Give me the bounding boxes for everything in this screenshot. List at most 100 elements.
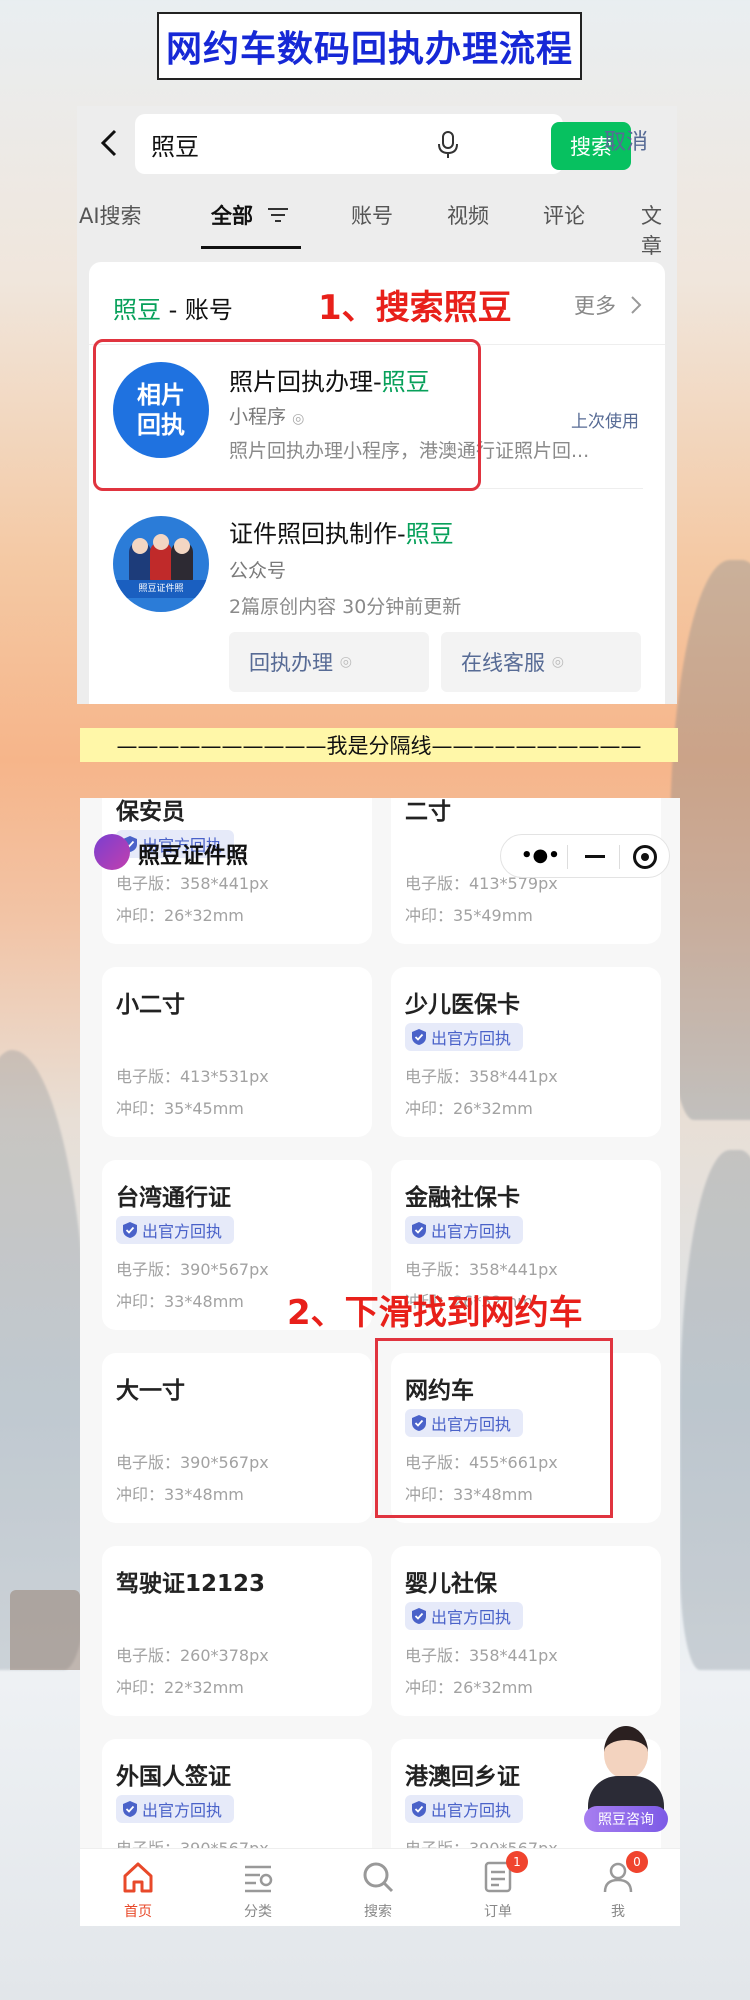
result2-title-keyword: 照豆	[405, 520, 454, 548]
tab-all[interactable]: 全部	[211, 200, 253, 230]
spec-name: 金融社保卡	[405, 1185, 520, 1211]
person-face	[153, 534, 169, 550]
person-face	[174, 538, 190, 554]
print-size: 冲印：26*32mm	[405, 1678, 533, 1697]
capsule-menu[interactable]: •●•	[500, 834, 670, 878]
nav-me[interactable]: 0 我	[578, 1851, 658, 1925]
background-tree-right-lower	[680, 1150, 750, 1670]
photo-spec-card[interactable]: 驾驶证12123 电子版：260*378px 冲印：22*32mm	[102, 1546, 372, 1716]
spec-name: 外国人签证	[116, 1764, 231, 1790]
home-icon	[123, 1862, 153, 1893]
shield-check-icon	[412, 1029, 426, 1045]
official-receipt-badge: 出官方回执	[405, 1023, 524, 1051]
search-query: 照豆	[151, 133, 199, 161]
recently-used-label: 上次使用	[571, 412, 639, 432]
order-count-badge: 1	[506, 1851, 528, 1873]
official-receipt-badge: 出官方回执	[405, 1795, 524, 1823]
receipt-service-button[interactable]: 回执办理 ◎	[229, 632, 429, 692]
agent-head	[604, 1726, 648, 1778]
nav-search[interactable]: 搜索	[338, 1855, 418, 1925]
background-house	[10, 1590, 80, 1670]
print-size: 冲印：26*32mm	[405, 1099, 533, 1118]
link-icon: ◎	[339, 654, 352, 670]
tab-accounts[interactable]: 账号	[351, 200, 393, 230]
badge-label: 出官方回执	[431, 1801, 512, 1820]
official-receipt-badge: 出官方回执	[405, 1602, 524, 1630]
background-tree-left	[0, 1050, 90, 1670]
highlight-box-ride-hailing	[375, 1338, 613, 1518]
step1-annotation: 1、搜索照豆	[318, 288, 512, 328]
spec-name: 婴儿社保	[405, 1571, 497, 1597]
separator-line: ——————————我是分隔线——————————	[80, 728, 678, 762]
photo-spec-card[interactable]: 小二寸 电子版：413*531px 冲印：35*45mm	[102, 967, 372, 1137]
spec-name: 大一寸	[116, 1378, 185, 1404]
digital-size: 电子版：260*378px	[116, 1646, 269, 1665]
capsule-divider	[567, 845, 568, 869]
badge-label: 出官方回执	[431, 1029, 512, 1048]
tab-videos[interactable]: 视频	[447, 200, 489, 230]
shield-check-icon	[123, 1222, 137, 1238]
photo-spec-card[interactable]: 少儿医保卡出官方回执电子版：358*441px 冲印：26*32mm	[391, 967, 661, 1137]
chevron-right-icon[interactable]	[629, 294, 643, 316]
customer-service-avatar[interactable]: 照豆咨询	[578, 1720, 674, 1840]
person-face	[132, 538, 148, 554]
digital-size: 电子版：390*567px	[116, 1260, 269, 1279]
digital-size: 电子版：358*441px	[405, 1067, 558, 1086]
official-receipt-badge: 出官方回执	[405, 1216, 524, 1244]
spec-name: 驾驶证12123	[116, 1571, 266, 1597]
brand-name: 照豆证件照	[138, 844, 249, 869]
online-support-label: 在线客服	[461, 651, 545, 675]
print-size: 冲印：35*49mm	[405, 906, 533, 925]
bottom-navigation: 首页 分类 搜索 1 订单 0 我	[80, 1848, 680, 1926]
nav-me-label: 我	[611, 1904, 625, 1920]
online-support-button[interactable]: 在线客服 ◎	[441, 632, 641, 692]
page-title-box: 网约车数码回执办理流程	[157, 12, 582, 80]
badge-label: 出官方回执	[431, 1222, 512, 1241]
microphone-icon[interactable]	[435, 130, 461, 160]
cancel-button[interactable]: 取消	[604, 124, 648, 156]
nav-orders-label: 订单	[484, 1904, 512, 1920]
page-title: 网约车数码回执办理流程	[165, 29, 573, 70]
badge-label: 出官方回执	[142, 1222, 223, 1241]
tab-articles[interactable]: 文章	[641, 200, 677, 260]
badge-label: 出官方回执	[142, 1801, 223, 1820]
digital-size: 电子版：358*441px	[405, 1260, 558, 1279]
digital-size: 电子版：413*531px	[116, 1067, 269, 1086]
result2-type: 公众号	[229, 560, 287, 582]
spec-name: 台湾通行证	[116, 1185, 231, 1211]
spec-name: 少儿医保卡	[405, 992, 520, 1018]
official-receipt-badge: 出官方回执	[116, 1795, 235, 1823]
background-tree-right	[670, 560, 750, 1120]
official-account-logo[interactable]: 照豆证件照	[113, 516, 209, 612]
category-icon	[245, 1865, 273, 1893]
photo-spec-card[interactable]: 大一寸电子版：390*567px 冲印：33*48mm	[102, 1353, 372, 1523]
digital-size: 电子版：358*441px	[405, 1646, 558, 1665]
search-tabs: AI搜索 全部 账号 视频 评论 文章	[77, 192, 677, 258]
minimize-icon[interactable]	[585, 855, 605, 858]
section-title-rest: - 账号	[161, 296, 233, 324]
back-arrow-icon[interactable]	[97, 128, 123, 158]
search-input[interactable]: 照豆 搜索	[135, 114, 631, 174]
spec-name: 港澳回乡证	[405, 1764, 520, 1790]
print-size: 冲印：33*48mm	[116, 1485, 244, 1504]
nav-home[interactable]: 首页	[98, 1855, 178, 1925]
close-target-icon[interactable]	[633, 845, 657, 869]
tab-ai-search[interactable]: AI搜索	[79, 200, 142, 230]
section-title: 照豆 - 账号	[113, 290, 233, 325]
service-tag[interactable]: 照豆咨询	[584, 1806, 668, 1832]
nav-category[interactable]: 分类	[218, 1855, 298, 1925]
nav-orders[interactable]: 1 订单	[458, 1851, 538, 1925]
shield-check-icon	[412, 1222, 426, 1238]
step2-annotation: 2、下滑找到网约车	[287, 1293, 583, 1333]
digital-size: 电子版：390*567px	[116, 1453, 269, 1472]
photo-spec-card[interactable]: 婴儿社保出官方回执电子版：358*441px 冲印：26*32mm	[391, 1546, 661, 1716]
more-dots-icon[interactable]: •●•	[521, 845, 560, 866]
logo-band-text: 照豆证件照	[113, 580, 209, 598]
more-link[interactable]: 更多	[574, 290, 616, 320]
print-size: 冲印：35*45mm	[116, 1099, 244, 1118]
tab-comments[interactable]: 评论	[543, 200, 585, 230]
filter-icon[interactable]	[267, 206, 289, 224]
search-bar: 照豆 搜索 取消	[77, 106, 677, 182]
result2-title[interactable]: 证件照回执制作-照豆	[229, 514, 454, 549]
search-icon	[363, 1862, 394, 1893]
